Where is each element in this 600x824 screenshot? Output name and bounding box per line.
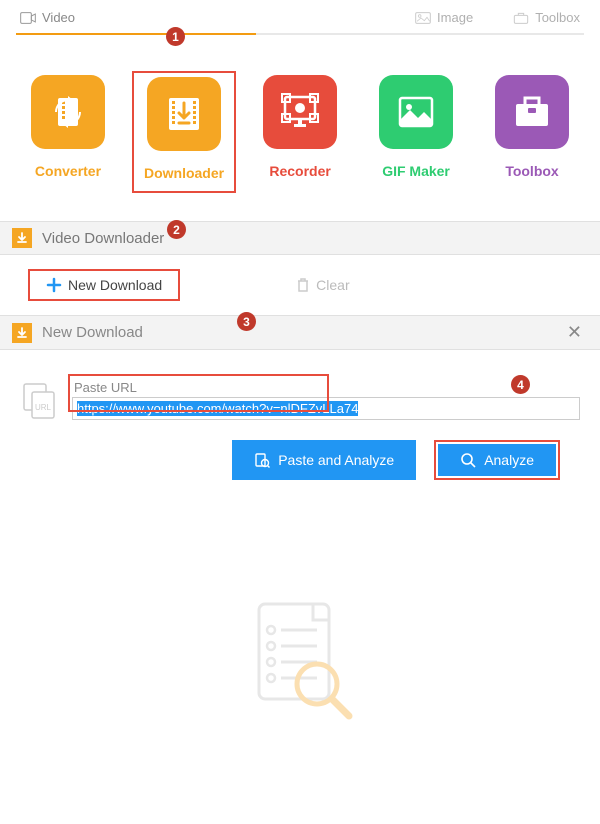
tool-downloader-label: Downloader (144, 165, 224, 181)
button-row: Paste and Analyze Analyze (0, 434, 600, 494)
dialog-title: New Download (42, 324, 143, 341)
tool-converter-label: Converter (35, 163, 101, 179)
tool-toolbox-label: Toolbox (505, 163, 558, 179)
tab-toolbox-label: Toolbox (535, 10, 580, 25)
gifmaker-icon (379, 75, 453, 149)
tab-video-label: Video (42, 10, 75, 25)
url-area: URL Paste URL https://www.youtube.com/wa… (0, 350, 600, 434)
placeholder-area (0, 494, 600, 824)
downloader-icon (147, 77, 221, 151)
clear-button[interactable]: Clear (280, 269, 365, 301)
step-badge-4: 4 (511, 375, 530, 394)
toolbox-card-icon (495, 75, 569, 149)
tool-grid: Converter Downloader Recorder GIF Maker … (0, 35, 600, 221)
url-input[interactable]: https://www.youtube.com/watch?v=nlDFZvLL… (72, 397, 580, 420)
new-download-label: New Download (68, 277, 162, 293)
recorder-icon (263, 75, 337, 149)
action-row: New Download Clear (0, 255, 600, 315)
paste-icon (254, 452, 270, 468)
step-badge-1: 1 (166, 27, 185, 46)
clear-label: Clear (316, 277, 349, 293)
converter-icon (31, 75, 105, 149)
svg-text:URL: URL (35, 403, 52, 412)
trash-icon (296, 277, 310, 293)
tool-gifmaker-label: GIF Maker (382, 163, 450, 179)
tool-downloader[interactable]: Downloader (132, 71, 236, 193)
analyze-label: Analyze (484, 452, 534, 468)
url-label: Paste URL (72, 380, 580, 395)
tool-gifmaker[interactable]: GIF Maker (364, 71, 468, 193)
tool-toolbox[interactable]: Toolbox (480, 71, 584, 193)
section-title: Video Downloader (42, 230, 164, 247)
toolbox-icon (513, 12, 529, 24)
search-icon (460, 452, 476, 468)
paste-analyze-button[interactable]: Paste and Analyze (232, 440, 416, 480)
document-search-icon (235, 594, 365, 724)
close-icon[interactable]: ✕ (561, 322, 588, 343)
tab-image[interactable]: Image (415, 10, 473, 25)
section-icon (12, 228, 32, 248)
step-badge-3: 3 (237, 312, 256, 331)
video-icon (20, 12, 36, 24)
url-file-icon: URL (20, 380, 60, 420)
tool-recorder-label: Recorder (269, 163, 330, 179)
analyze-button[interactable]: Analyze (438, 444, 556, 476)
tool-recorder[interactable]: Recorder (248, 71, 352, 193)
paste-analyze-label: Paste and Analyze (278, 452, 394, 468)
tab-video[interactable]: Video (20, 10, 75, 25)
dialog-icon (12, 323, 32, 343)
top-tabs: Video Image Toolbox (0, 0, 600, 33)
section-header: Video Downloader (0, 221, 600, 255)
tab-underline (16, 33, 584, 35)
step-badge-2: 2 (167, 220, 186, 239)
plus-icon (46, 277, 62, 293)
tab-toolbox[interactable]: Toolbox (513, 10, 580, 25)
tool-converter[interactable]: Converter (16, 71, 120, 193)
new-download-button[interactable]: New Download (28, 269, 180, 301)
tab-image-label: Image (437, 10, 473, 25)
image-icon (415, 12, 431, 24)
dialog-header: New Download ✕ (0, 315, 600, 350)
